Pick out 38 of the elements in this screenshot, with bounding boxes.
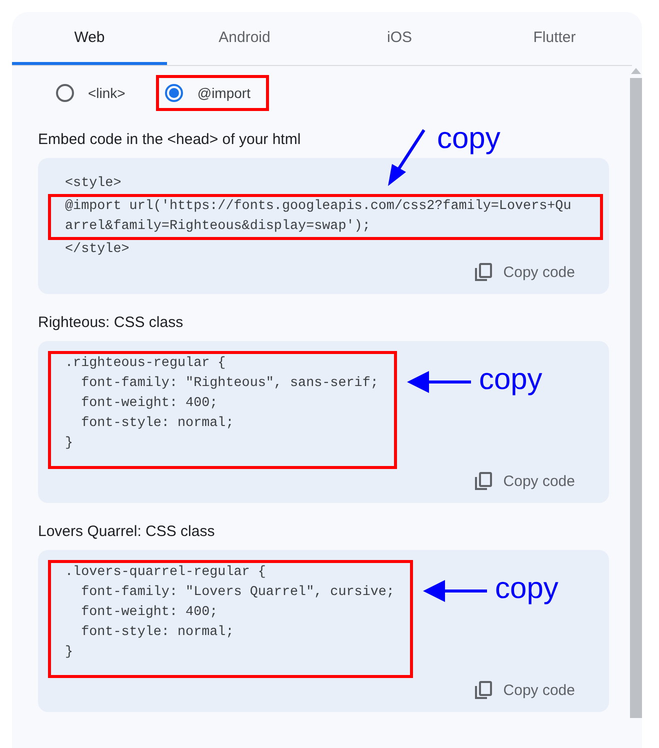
arrow xyxy=(386,128,428,188)
radio-icon[interactable] xyxy=(165,84,184,102)
code-line: font-weight: 400; xyxy=(80,395,219,413)
code-line: font-family: "Lovers Quarrel", cursive; xyxy=(80,584,394,602)
tab[interactable]: iOS xyxy=(322,12,477,65)
code-line: font-style: normal; xyxy=(80,415,235,433)
code-line: .lovers-quarrel-regular { xyxy=(64,564,267,582)
code-line: } xyxy=(64,644,74,662)
copy-code-button[interactable]: Copy code xyxy=(473,260,575,284)
code-line: .righteous-regular { xyxy=(64,355,227,373)
section-label: Righteous: CSS class xyxy=(38,314,184,331)
radio-icon[interactable] xyxy=(56,84,74,102)
tab[interactable]: Android xyxy=(167,12,322,65)
annotation-text: copy xyxy=(437,122,500,156)
code-line: arrel&family=Righteous&display=swap'); xyxy=(64,218,372,236)
annotation-text: copy xyxy=(478,363,542,397)
code-line: </style> xyxy=(64,241,130,259)
tab[interactable]: Web xyxy=(12,12,167,65)
code-line: <style> xyxy=(64,175,122,193)
copy-code-button[interactable]: Copy code xyxy=(473,678,575,702)
section-label: Lovers Quarrel: CSS class xyxy=(38,523,215,540)
radio-option[interactable]: <link> xyxy=(47,75,144,111)
copy-code-button[interactable]: Copy code xyxy=(473,469,575,493)
copy-icon xyxy=(473,471,494,491)
code-line: font-style: normal; xyxy=(80,624,235,642)
scrollbar[interactable] xyxy=(629,68,642,718)
code-line: font-weight: 400; xyxy=(80,604,219,622)
annotation-text: copy xyxy=(495,572,558,606)
code-line: @import url('https://fonts.googleapis.com/css2?family=Lovers+Qu xyxy=(64,198,572,216)
code-line: } xyxy=(64,435,74,453)
arrow xyxy=(423,578,488,604)
radio-option[interactable]: @import xyxy=(156,75,270,111)
copy-icon xyxy=(473,262,494,282)
tab[interactable]: Flutter xyxy=(477,12,632,65)
arrow xyxy=(406,369,471,395)
section-label: Embed code in the <head> of your html xyxy=(38,131,301,148)
code-line: font-family: "Righteous", sans-serif; xyxy=(80,375,378,393)
copy-icon xyxy=(473,680,494,700)
